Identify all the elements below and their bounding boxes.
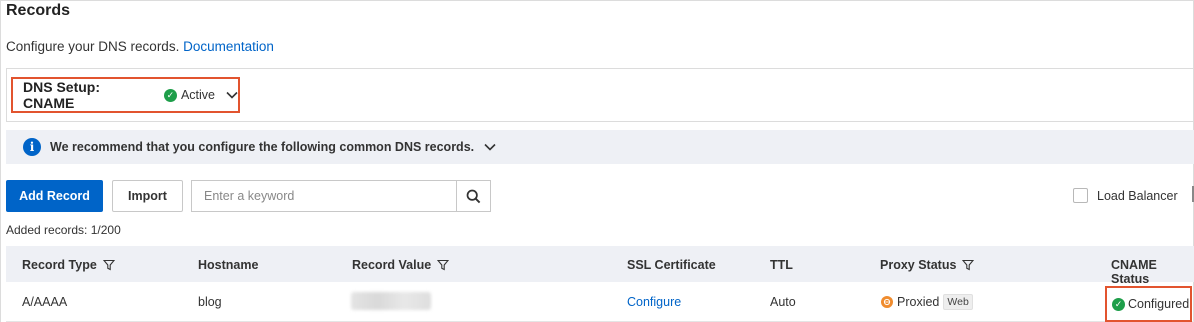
- column-header-ttl: TTL: [770, 258, 793, 272]
- column-header-record-value: Record Value: [352, 258, 450, 272]
- dns-setup-label: DNS Setup: CNAME: [23, 79, 100, 111]
- cell-ttl: Auto: [770, 295, 796, 309]
- proxy-status-text: Proxied: [897, 295, 940, 309]
- configure-ssl-link[interactable]: Configure: [627, 295, 681, 309]
- load-balancer-label: Load Balancer: [1097, 188, 1178, 203]
- recommendation-text: We recommend that you configure the foll…: [50, 140, 475, 154]
- table-row: [6, 282, 1194, 322]
- column-label: Hostname: [198, 258, 259, 272]
- search-input[interactable]: [192, 181, 456, 211]
- dns-status-text: Active: [180, 88, 215, 102]
- table-header: [6, 246, 1194, 282]
- proxy-type-tag: Web: [943, 294, 973, 310]
- column-label: TTL: [770, 258, 793, 272]
- cname-status-highlight: ✓ Configured: [1105, 286, 1192, 322]
- cname-status-text: Configured: [1128, 297, 1190, 311]
- search-icon[interactable]: [456, 181, 490, 211]
- filter-icon[interactable]: [102, 259, 115, 271]
- filter-icon[interactable]: [437, 259, 450, 271]
- chevron-down-icon[interactable]: [484, 143, 496, 151]
- dns-setup-dropdown[interactable]: DNS Setup: CNAME ✓ Active: [11, 77, 240, 113]
- filter-icon[interactable]: [962, 259, 975, 271]
- recommendation-banner[interactable]: i We recommend that you configure the fo…: [6, 130, 1194, 164]
- cell-ssl-certificate: Configure: [627, 295, 681, 309]
- column-label: SSL Certificate: [627, 258, 716, 272]
- load-balancer-checkbox[interactable]: [1073, 188, 1088, 203]
- column-header-hostname: Hostname: [198, 258, 258, 272]
- search-box: [191, 180, 491, 212]
- load-balancer-toggle[interactable]: Load Balancer: [1073, 188, 1178, 203]
- cell-record-value-redacted: [351, 292, 431, 310]
- chevron-down-icon[interactable]: [226, 91, 238, 99]
- cell-proxy-status: Proxied Web: [881, 294, 973, 310]
- column-header-ssl-certificate: SSL Certificate: [627, 258, 716, 272]
- column-label: Proxy Status: [880, 258, 957, 272]
- proxy-icon: [881, 296, 893, 308]
- column-header-proxy-status: Proxy Status: [880, 258, 975, 272]
- add-record-button[interactable]: Add Record: [6, 180, 103, 212]
- info-icon: i: [23, 138, 41, 156]
- column-label: Record Type: [22, 258, 97, 272]
- column-header-record-type: Record Type: [22, 258, 115, 272]
- page-subtitle: Configure your DNS records. Documentatio…: [6, 39, 274, 54]
- column-label: Record Value: [352, 258, 432, 272]
- documentation-link[interactable]: Documentation: [183, 39, 274, 54]
- subtitle-text: Configure your DNS records.: [6, 39, 180, 54]
- check-circle-icon: ✓: [1112, 297, 1125, 311]
- record-count: Added records: 1/200: [6, 223, 121, 237]
- page-title: Records: [6, 2, 71, 19]
- check-circle-icon: ✓: [163, 88, 177, 102]
- dns-status: ✓ Active: [163, 88, 215, 102]
- import-button[interactable]: Import: [112, 180, 183, 212]
- cell-record-type: A/AAAA: [22, 295, 68, 309]
- cell-hostname: blog: [198, 295, 222, 309]
